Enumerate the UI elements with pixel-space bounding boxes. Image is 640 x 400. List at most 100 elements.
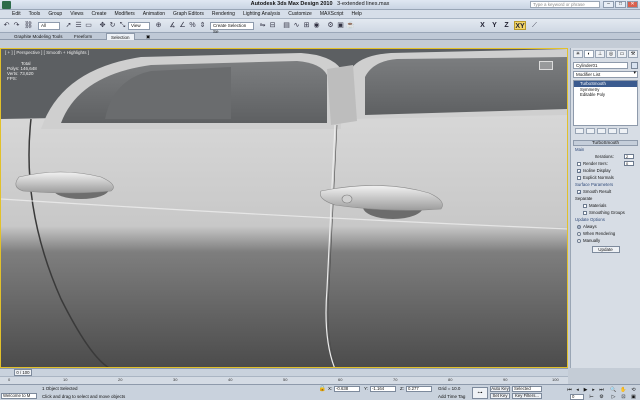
remove-modifier-icon[interactable]: [608, 128, 617, 134]
go-to-end-icon[interactable]: ⏭: [598, 387, 605, 393]
tab-graphite-modeling-tools[interactable]: Graphite Modeling Tools: [10, 33, 66, 40]
next-frame-icon[interactable]: ▸: [590, 387, 597, 393]
track-bar[interactable]: 0 10 20 30 40 50 60 70 80 90 100: [0, 376, 568, 384]
manually-radio[interactable]: [577, 238, 581, 243]
menu-maxscript[interactable]: MAXScript: [320, 10, 344, 18]
menu-customize[interactable]: Customize: [288, 10, 312, 18]
play-icon[interactable]: ▶: [582, 387, 589, 393]
rendered-frame-icon[interactable]: ▣: [336, 21, 345, 30]
redo-icon[interactable]: ↷: [12, 21, 21, 30]
layer-manager-icon[interactable]: ▤: [282, 21, 291, 30]
angle-snap-icon[interactable]: ∠: [178, 21, 187, 30]
named-selection-input[interactable]: Create Selection Se: [210, 22, 254, 34]
current-frame-field[interactable]: 0: [570, 394, 584, 400]
curve-editor-icon[interactable]: ∿: [292, 21, 301, 30]
selected-dropdown[interactable]: Selected: [512, 386, 542, 392]
schematic-view-icon[interactable]: ⊞: [302, 21, 311, 30]
always-radio[interactable]: [577, 224, 581, 229]
pan-icon[interactable]: ✋: [620, 387, 627, 393]
menu-tools[interactable]: Tools: [29, 10, 41, 18]
pin-stack-icon[interactable]: [575, 128, 584, 134]
key-filters-button[interactable]: Key Filters...: [512, 393, 542, 399]
time-slider[interactable]: 0 / 100: [0, 368, 568, 376]
make-unique-icon[interactable]: [597, 128, 606, 134]
hierarchy-tab-icon[interactable]: ⊥: [595, 50, 605, 58]
search-input[interactable]: Type a keyword or phrase: [530, 1, 600, 8]
viewcube-icon[interactable]: [539, 61, 553, 70]
rotate-icon[interactable]: ↻: [108, 21, 117, 30]
menu-edit[interactable]: Edit: [12, 10, 21, 18]
align-icon[interactable]: ⊟: [268, 21, 277, 30]
isoline-display-checkbox[interactable]: [577, 168, 581, 173]
z-coordinate-field[interactable]: 0.277: [406, 386, 432, 392]
rectangular-selection-icon[interactable]: ▭: [84, 21, 93, 30]
pivot-icon[interactable]: ⊕: [154, 21, 163, 30]
tab-freeform[interactable]: Freeform: [70, 33, 96, 40]
motion-tab-icon[interactable]: ◎: [606, 50, 616, 58]
tab-selection[interactable]: Selection: [106, 33, 135, 40]
smoothing-groups-checkbox[interactable]: [583, 210, 587, 215]
maxscript-listener[interactable]: Welcome to M: [1, 393, 37, 399]
menu-group[interactable]: Group: [48, 10, 62, 18]
menu-modifiers[interactable]: Modifiers: [114, 10, 134, 18]
show-end-result-icon[interactable]: [586, 128, 595, 134]
percent-snap-icon[interactable]: %: [188, 21, 197, 30]
add-time-tag[interactable]: Add Time Tag: [438, 394, 465, 399]
smooth-result-checkbox[interactable]: [577, 189, 581, 194]
menu-animation[interactable]: Animation: [143, 10, 165, 18]
select-object-icon[interactable]: ➚: [64, 21, 73, 30]
iterations-spinner[interactable]: 2: [624, 154, 634, 159]
snap-icon[interactable]: ∡: [168, 21, 177, 30]
explicit-normals-checkbox[interactable]: [577, 175, 581, 180]
selection-filter-dropdown[interactable]: All: [38, 22, 60, 30]
spinner-snap-icon[interactable]: ⇕: [198, 21, 207, 30]
axis-z-button[interactable]: Z: [502, 21, 511, 30]
menu-views[interactable]: Views: [70, 10, 83, 18]
fov-icon[interactable]: ▷: [610, 394, 617, 400]
display-tab-icon[interactable]: ▭: [617, 50, 627, 58]
axis-x-button[interactable]: X: [478, 21, 487, 30]
link-icon[interactable]: ⛓: [24, 21, 33, 30]
menu-lighting-analysis[interactable]: Lighting Analysis: [243, 10, 280, 18]
object-name-field[interactable]: Cylinder01: [573, 62, 628, 69]
mirror-icon[interactable]: ⇋: [258, 21, 267, 30]
key-mode-icon[interactable]: ⊶: [472, 387, 488, 399]
render-setup-icon[interactable]: ⚙: [326, 21, 335, 30]
previous-frame-icon[interactable]: ◂: [574, 387, 581, 393]
close-button[interactable]: ✕: [627, 1, 638, 8]
move-icon[interactable]: ✥: [98, 21, 107, 30]
ribbon-toggle-icon[interactable]: ▣: [142, 33, 154, 40]
render-iters-checkbox[interactable]: [577, 161, 581, 166]
go-to-start-icon[interactable]: ⏮: [566, 387, 573, 393]
axis-constraint-icon[interactable]: ⟋: [530, 21, 539, 30]
select-by-name-icon[interactable]: ☰: [74, 21, 83, 30]
update-button[interactable]: Update: [591, 246, 620, 253]
orbit-icon[interactable]: ⟲: [630, 387, 637, 393]
when-rendering-radio[interactable]: [577, 231, 581, 236]
time-config-icon[interactable]: ⚙: [598, 394, 605, 400]
modifier-list-dropdown[interactable]: Modifier List: [573, 71, 638, 78]
time-slider-thumb[interactable]: 0 / 100: [14, 369, 32, 376]
materials-checkbox[interactable]: [583, 203, 587, 208]
render-icon[interactable]: ☕: [346, 21, 355, 30]
menu-help[interactable]: Help: [351, 10, 361, 18]
menu-create[interactable]: Create: [91, 10, 106, 18]
axis-y-button[interactable]: Y: [490, 21, 499, 30]
configure-sets-icon[interactable]: [619, 128, 628, 134]
scale-icon[interactable]: ⤡: [118, 21, 127, 30]
y-coordinate-field[interactable]: -1.164: [370, 386, 396, 392]
key-mode-toggle-icon[interactable]: ⊢: [588, 394, 595, 400]
zoom-icon[interactable]: 🔍: [610, 387, 617, 393]
stack-item-editable-poly[interactable]: Editable Poly: [574, 92, 637, 98]
menu-graph-editors[interactable]: Graph Editors: [173, 10, 204, 18]
x-coordinate-field[interactable]: -0.638: [334, 386, 360, 392]
menu-rendering[interactable]: Rendering: [212, 10, 235, 18]
object-color-swatch[interactable]: [631, 62, 638, 69]
render-iters-spinner[interactable]: 0: [624, 161, 634, 166]
viewport-label[interactable]: [ + ] [ Perspective ] [ Smooth + Highlig…: [5, 50, 89, 55]
maximize-button[interactable]: □: [615, 1, 626, 8]
undo-icon[interactable]: ↶: [2, 21, 11, 30]
set-key-button[interactable]: Set Key: [490, 393, 510, 399]
utilities-tab-icon[interactable]: ⚒: [628, 50, 638, 58]
perspective-viewport[interactable]: [ + ] [ Perspective ] [ Smooth + Highlig…: [0, 48, 568, 368]
